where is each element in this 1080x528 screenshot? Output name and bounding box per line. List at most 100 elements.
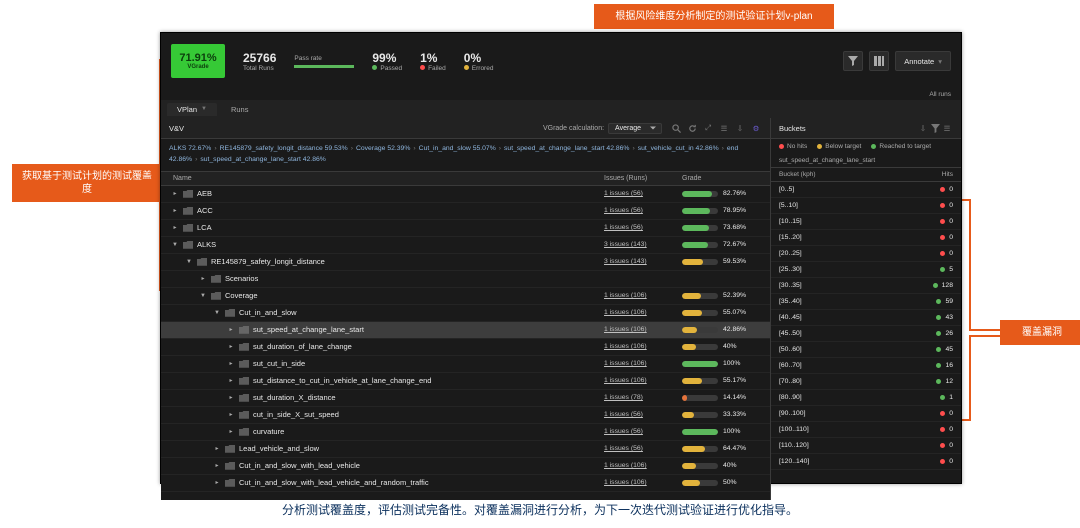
- caret-icon[interactable]: ▸: [213, 479, 221, 486]
- vv-row[interactable]: ▸sut_duration_of_lane_change1 issues (10…: [161, 339, 770, 356]
- caret-icon[interactable]: ▼: [185, 259, 193, 265]
- bucket-row[interactable]: [15..20]0: [771, 230, 961, 246]
- caret-icon[interactable]: ▸: [227, 326, 235, 333]
- vv-row-issues[interactable]: 1 issues (78): [604, 394, 682, 401]
- caret-icon[interactable]: ▸: [213, 462, 221, 469]
- settings-icon[interactable]: ⚙: [750, 122, 762, 134]
- vv-row[interactable]: ▸cut_in_side_X_sut_speed1 issues (56)33.…: [161, 407, 770, 424]
- breadcrumb-item[interactable]: Cut_in_and_slow 55.07%: [419, 145, 496, 152]
- vv-row-issues[interactable]: 1 issues (56): [604, 190, 682, 197]
- vv-row-issues[interactable]: 1 issues (56): [604, 411, 682, 418]
- caret-icon[interactable]: ▸: [227, 411, 235, 418]
- kpi-vgrade[interactable]: 71.91% VGrade: [171, 44, 225, 78]
- breadcrumb-item[interactable]: ALKS 72.67%: [169, 145, 211, 152]
- bucket-row[interactable]: [25..30]5: [771, 262, 961, 278]
- bucket-row[interactable]: [80..90]1: [771, 390, 961, 406]
- caret-icon[interactable]: ▸: [213, 445, 221, 452]
- vv-row-issues[interactable]: 1 issues (106): [604, 292, 682, 299]
- bucket-filter-icon[interactable]: [929, 122, 941, 134]
- caret-icon[interactable]: ▸: [227, 343, 235, 350]
- bucket-export-icon[interactable]: ⇩: [917, 122, 929, 134]
- vv-row[interactable]: ▼RE145879_safety_longit_distance3 issues…: [161, 254, 770, 271]
- bucket-row[interactable]: [110..120]0: [771, 438, 961, 454]
- vv-row-issues[interactable]: 1 issues (56): [604, 207, 682, 214]
- vv-row-issues[interactable]: 1 issues (106): [604, 326, 682, 333]
- bucket-row[interactable]: [0..5]0: [771, 182, 961, 198]
- bucket-row[interactable]: [10..15]0: [771, 214, 961, 230]
- all-runs-label[interactable]: All runs: [929, 91, 951, 98]
- vv-row-issues[interactable]: 1 issues (56): [604, 445, 682, 452]
- search-icon[interactable]: [670, 122, 682, 134]
- vv-row[interactable]: ▸sut_speed_at_change_lane_start1 issues …: [161, 322, 770, 339]
- caret-icon[interactable]: ▸: [227, 428, 235, 435]
- bucket-row[interactable]: [30..35]128: [771, 278, 961, 294]
- caret-icon[interactable]: ▸: [171, 190, 179, 197]
- caret-icon[interactable]: ▸: [199, 275, 207, 282]
- vv-row[interactable]: ▸AEB1 issues (56)82.76%: [161, 186, 770, 203]
- bucket-columns-icon[interactable]: ☰: [941, 122, 953, 134]
- bucket-row[interactable]: [50..60]45: [771, 342, 961, 358]
- caret-icon[interactable]: ▸: [227, 394, 235, 401]
- export-icon[interactable]: ⇩: [734, 122, 746, 134]
- vgrade-calc-select[interactable]: Average: [608, 123, 662, 134]
- vv-row-issues[interactable]: 1 issues (56): [604, 224, 682, 231]
- vv-row-issues[interactable]: 1 issues (106): [604, 377, 682, 384]
- bucket-row[interactable]: [90..100]0: [771, 406, 961, 422]
- vv-row-issues[interactable]: 3 issues (143): [604, 258, 682, 265]
- breadcrumb-item[interactable]: sut_speed_at_change_lane_start 42.86%: [504, 145, 629, 152]
- bucket-row[interactable]: [120..140]0: [771, 454, 961, 470]
- vv-row[interactable]: ▸Cut_in_and_slow_with_lead_vehicle1 issu…: [161, 458, 770, 475]
- vv-row-issues[interactable]: 1 issues (56): [604, 428, 682, 435]
- col-bucket[interactable]: Bucket (kph): [779, 171, 942, 178]
- bucket-row[interactable]: [20..25]0: [771, 246, 961, 262]
- col-issues[interactable]: Issues (Runs): [604, 175, 682, 182]
- vv-row[interactable]: ▼Coverage1 issues (106)52.39%: [161, 288, 770, 305]
- breadcrumb-item[interactable]: Coverage 52.39%: [356, 145, 410, 152]
- filter-icon[interactable]: [843, 51, 863, 71]
- bucket-row[interactable]: [40..45]43: [771, 310, 961, 326]
- vv-row-issues[interactable]: 3 issues (143): [604, 241, 682, 248]
- vv-row[interactable]: ▸sut_cut_in_side1 issues (106)100%: [161, 356, 770, 373]
- tab-vplan[interactable]: VPlan▼: [167, 103, 217, 116]
- vv-row[interactable]: ▸curvature1 issues (56)100%: [161, 424, 770, 441]
- vv-row[interactable]: ▸LCA1 issues (56)73.68%: [161, 220, 770, 237]
- caret-icon[interactable]: ▼: [199, 293, 207, 299]
- vv-row[interactable]: ▼ALKS3 issues (143)72.67%: [161, 237, 770, 254]
- bucket-row[interactable]: [35..40]59: [771, 294, 961, 310]
- columns-icon[interactable]: [869, 51, 889, 71]
- bucket-row[interactable]: [5..10]0: [771, 198, 961, 214]
- vv-row-issues[interactable]: 1 issues (106): [604, 309, 682, 316]
- tab-runs[interactable]: Runs: [221, 103, 259, 116]
- bucket-row[interactable]: [70..80]12: [771, 374, 961, 390]
- bucket-row[interactable]: [60..70]16: [771, 358, 961, 374]
- vv-row[interactable]: ▼Cut_in_and_slow1 issues (106)55.07%: [161, 305, 770, 322]
- breadcrumb-item[interactable]: sut_speed_at_change_lane_start 42.86%: [200, 156, 325, 163]
- vv-row[interactable]: ▸ACC1 issues (56)78.95%: [161, 203, 770, 220]
- vv-row[interactable]: ▸sut_distance_to_cut_in_vehicle_at_lane_…: [161, 373, 770, 390]
- caret-icon[interactable]: ▸: [171, 207, 179, 214]
- caret-icon[interactable]: ▸: [227, 360, 235, 367]
- vv-row-issues[interactable]: 1 issues (106): [604, 462, 682, 469]
- vv-row[interactable]: ▸Lead_vehicle_and_slow1 issues (56)64.47…: [161, 441, 770, 458]
- refresh-icon[interactable]: [686, 122, 698, 134]
- vv-row-issues[interactable]: 1 issues (106): [604, 360, 682, 367]
- vv-row[interactable]: ▸sut_duration_X_distance1 issues (78)14.…: [161, 390, 770, 407]
- breadcrumb-item[interactable]: RE145879_safety_longit_distance 59.53%: [220, 145, 348, 152]
- vv-row[interactable]: ▸Cut_in_and_slow_with_lead_vehicle_and_r…: [161, 475, 770, 492]
- expand-icon[interactable]: ⤢: [702, 122, 714, 134]
- col-grade[interactable]: Grade: [682, 175, 762, 182]
- vv-row-issues[interactable]: 1 issues (106): [604, 343, 682, 350]
- caret-icon[interactable]: ▼: [171, 242, 179, 248]
- bucket-row[interactable]: [100..110]0: [771, 422, 961, 438]
- vv-row-issues[interactable]: 1 issues (106): [604, 479, 682, 486]
- col-hits[interactable]: Hits: [942, 171, 953, 178]
- vv-row[interactable]: ▸Scenarios: [161, 271, 770, 288]
- col-name[interactable]: Name: [165, 175, 604, 182]
- breadcrumb-item[interactable]: sut_vehicle_cut_in 42.86%: [638, 145, 719, 152]
- caret-icon[interactable]: ▸: [227, 377, 235, 384]
- annotate-button[interactable]: Annotate▾: [895, 51, 951, 71]
- caret-icon[interactable]: ▼: [213, 310, 221, 316]
- bucket-row[interactable]: [45..50]26: [771, 326, 961, 342]
- tree-icon[interactable]: ☰: [718, 122, 730, 134]
- caret-icon[interactable]: ▸: [171, 224, 179, 231]
